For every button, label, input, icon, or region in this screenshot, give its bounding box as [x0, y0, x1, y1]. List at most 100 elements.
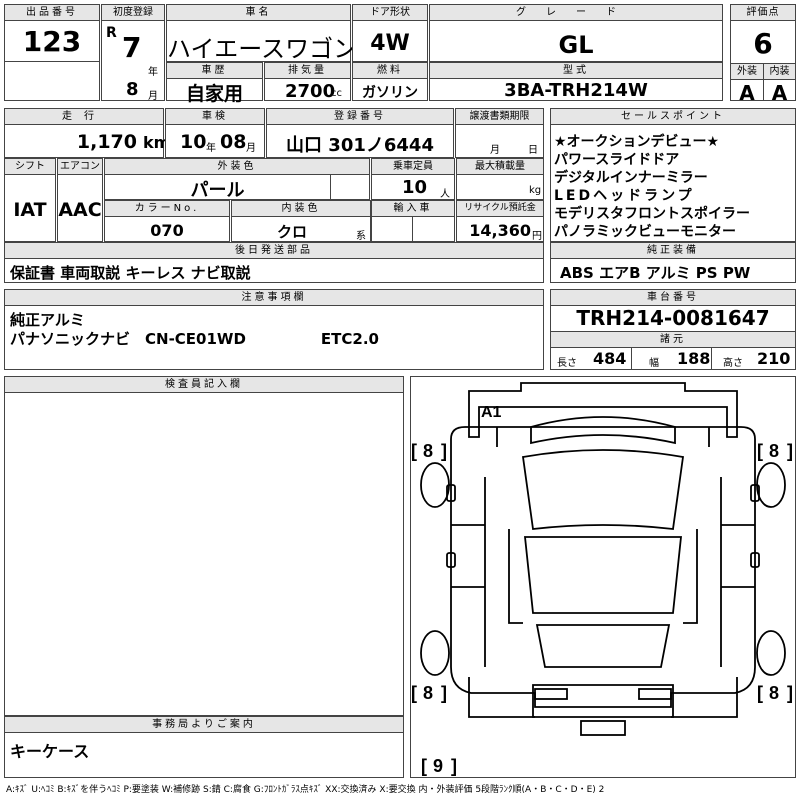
width-value: 188 [677, 349, 711, 368]
tire-rear-right-score: 8 [769, 683, 779, 703]
capacity-label: 乗車定員 [372, 159, 454, 174]
office-notes-label: 事務局よりご案内 [5, 717, 403, 732]
fuel-value: ガソリン [362, 85, 418, 101]
model-label: 型式 [430, 63, 722, 78]
inspection-month: 08 [220, 131, 247, 153]
lot-number: 123 [22, 25, 82, 58]
svg-text:]: ] [787, 441, 793, 461]
grade-box: グレード GL [429, 4, 723, 62]
import-label: 輸入車 [372, 201, 454, 216]
office-notes-box: 事務局よりご案内 キーケース [4, 716, 404, 778]
persons-unit: 人 [440, 189, 450, 200]
max-load-label: 最大積載量 [457, 159, 543, 174]
door-type: 4W [370, 31, 410, 56]
notes-line: 純正アルミ [10, 311, 85, 329]
interior-color-label: 内装色 [232, 201, 370, 216]
inspection-label: 車検 [166, 109, 264, 124]
history-label: 車歴 [167, 63, 262, 78]
registration-number-box: 登録番号 山口 301ノ6444 [266, 108, 454, 158]
length-label: 長さ [557, 358, 577, 369]
notes-line: パナソニックナビ CN-CE01WD ETC2.0 [10, 330, 379, 348]
transfer-deadline-label: 譲渡書類期限 [456, 109, 543, 124]
displacement-label: 排気量 [265, 63, 350, 78]
genuine-equipment-box: 純正装備 ABS エアB アルミ PS PW [550, 242, 796, 283]
svg-text:[: [ [757, 441, 763, 461]
sales-points-label: セールスポイント [551, 109, 795, 124]
genuine-equipment-label: 純正装備 [551, 243, 795, 258]
grade-value: GL [558, 31, 594, 59]
recycle-value: 14,360 [469, 221, 531, 240]
ac-box: エアコン AAC [57, 158, 103, 242]
chassis-box: 車台番号 TRH214-0081647 諸元 長さ 484 幅 188 高さ 2… [550, 289, 796, 370]
inspection-month-suffix: 月 [246, 143, 256, 154]
height-value: 210 [757, 349, 791, 368]
registration-year: 7 [122, 31, 142, 64]
shift-label: シフト [5, 159, 55, 174]
series-suffix: 系 [356, 231, 366, 242]
lot-number-label: 出品番号 [5, 5, 99, 20]
car-name: ハイエースワゴン [167, 35, 358, 63]
ac-label: エアコン [58, 159, 102, 174]
sales-point-item: パワースライドドア [554, 152, 680, 168]
cc-unit: cc [331, 88, 342, 99]
length-value: 484 [593, 349, 627, 368]
later-parts-value: 保証書 車両取説 キーレス ナビ取説 [10, 264, 251, 282]
deadline-month-suffix: 月 [490, 145, 500, 156]
year-suffix: 年 [148, 67, 158, 78]
score-box: 評価点 6 外装 内装 A A [730, 4, 796, 105]
transfer-deadline-box: 譲渡書類期限 月 日 [455, 108, 544, 158]
svg-text:]: ] [451, 756, 457, 776]
mileage-box: 走行 1,170 km [4, 108, 170, 158]
svg-text:]: ] [441, 441, 447, 461]
yen-unit: 円 [532, 231, 542, 242]
notes-box: 注意事項欄 純正アルミ パナソニックナビ CN-CE01WD ETC2.0 [4, 289, 544, 370]
registration-number-label: 登録番号 [267, 109, 453, 124]
fuel-box: 燃料 ガソリン [352, 62, 428, 101]
ac-value: AAC [58, 199, 102, 221]
recycle-label: リサイクル預託金 [457, 201, 543, 216]
exterior-color-value: パール [190, 180, 245, 201]
interior-color-box: 内装色 クロ 系 [231, 200, 371, 242]
inspection-year: 10 [180, 131, 207, 153]
height-label: 高さ [723, 358, 743, 369]
import-box: 輸入車 [371, 200, 455, 242]
tire-front-left-score: 8 [423, 441, 433, 461]
shift-value: IAT [13, 199, 47, 221]
color-number: 070 [150, 221, 184, 240]
sales-point-item: LEDヘッドランプ [554, 188, 695, 204]
door-label: ドア形状 [353, 5, 427, 20]
sales-point-item: モデリスタフロントスポイラー [554, 206, 750, 222]
first-registration-box: 初度登録 R 7 年 8 月 [101, 4, 165, 102]
color-number-label: カラーNo. [105, 201, 229, 216]
inspector-notes-box: 検査員記入欄 [4, 376, 404, 716]
damage-diagram-box: A1 [8] [8] [8] [8] [9] [410, 376, 796, 778]
displacement-box: 排気量 2700 cc [264, 62, 351, 102]
month-suffix: 月 [148, 91, 158, 102]
inspector-notes-label: 検査員記入欄 [5, 377, 403, 392]
score-value: 6 [753, 27, 773, 60]
interior-grade: A [771, 81, 788, 105]
exterior-color-box: 外装色 パール [104, 158, 370, 201]
era-label: R [106, 25, 117, 41]
capacity-value: 10 [402, 177, 428, 198]
exterior-grade: A [739, 81, 755, 105]
svg-text:[: [ [411, 683, 417, 703]
car-name-box: 車名 ハイエースワゴン [166, 4, 358, 63]
mileage-value: 1,170 [76, 131, 137, 153]
vehicle-damage-diagram: A1 [8] [8] [8] [8] [9] [411, 382, 793, 776]
grade-label: グレード [430, 5, 722, 20]
sales-points-box: セールスポイント ★オークションデビュー★ パワースライドドア デジタルインナー… [550, 108, 796, 242]
inspection-box: 車検 10 年 08 月 [165, 108, 265, 158]
later-parts-box: 後日発送部品 保証書 車両取説 キーレス ナビ取説 [4, 242, 544, 283]
first-registration-label: 初度登録 [102, 5, 164, 20]
svg-text:[: [ [411, 441, 417, 461]
color-number-box: カラーNo. 070 [104, 200, 230, 242]
interior-label: 内装 [764, 64, 795, 79]
exterior-label: 外装 [731, 64, 763, 79]
svg-text:[: [ [421, 756, 427, 776]
sales-point-item: デジタルインナーミラー [554, 170, 708, 186]
door-box: ドア形状 4W [352, 4, 428, 62]
genuine-equipment-value: ABS エアB アルミ PS PW [560, 264, 751, 282]
tire-front-right-score: 8 [769, 441, 779, 461]
car-name-label: 車名 [167, 5, 350, 20]
